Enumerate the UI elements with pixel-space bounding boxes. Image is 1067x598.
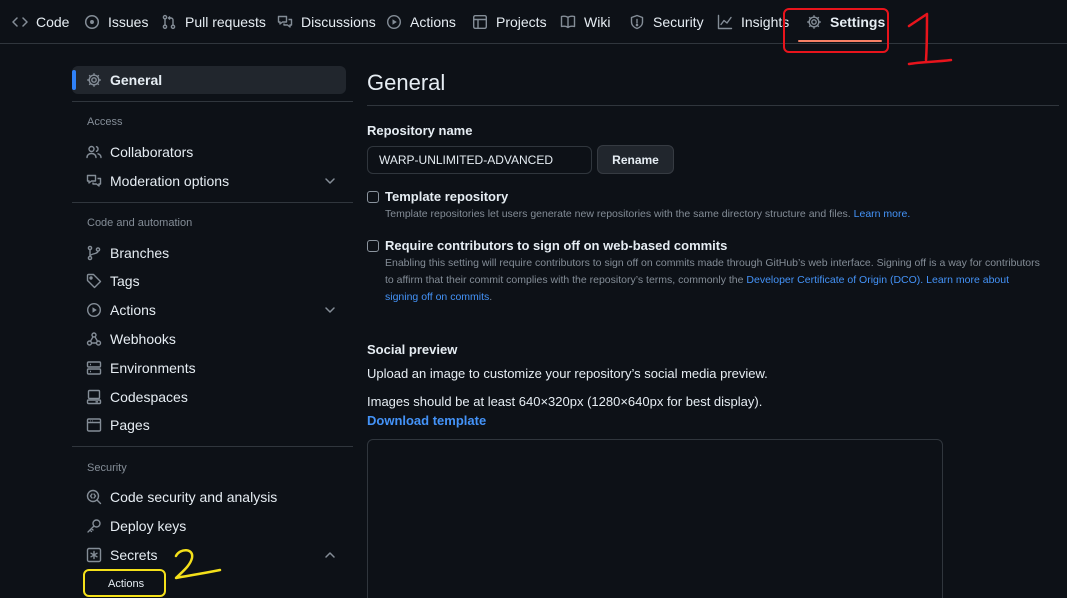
sidebar-item-label: Code security and analysis	[110, 489, 278, 505]
tab-discussions[interactable]: Discussions	[277, 0, 376, 44]
chevron-up-icon[interactable]	[322, 547, 338, 563]
signoff-note-end: .	[489, 291, 493, 303]
dco-link[interactable]: Developer Certificate of Origin (DCO).	[746, 274, 923, 286]
sidebar-item-moderation-options[interactable]: Moderation options	[72, 167, 346, 195]
tab-code[interactable]: Code	[12, 0, 69, 44]
book-icon	[560, 14, 576, 30]
tab-label: Code	[36, 14, 70, 30]
shield-icon	[629, 14, 645, 30]
tab-label: Pull requests	[185, 14, 266, 30]
tab-insights[interactable]: Insights	[717, 0, 789, 44]
template-repository-label: Template repository	[385, 189, 509, 204]
template-repository-note: Template repositories let users generate…	[385, 206, 1045, 223]
annotation-highlight-secrets-actions	[83, 569, 166, 597]
sidebar-item-webhooks[interactable]: Webhooks	[72, 325, 346, 353]
git-branch-icon	[86, 245, 102, 261]
tab-label: Issues	[108, 14, 149, 30]
webhook-icon	[86, 331, 102, 347]
social-preview-image-box[interactable]	[367, 439, 943, 598]
chevron-down-icon[interactable]	[322, 173, 338, 189]
tab-label: Projects	[496, 14, 547, 30]
tab-security[interactable]: Security	[629, 0, 704, 44]
repository-name-input[interactable]	[367, 146, 592, 174]
key-icon	[86, 518, 102, 534]
sidebar-item-label: Moderation options	[110, 173, 230, 189]
tab-label: Security	[653, 14, 704, 30]
comment-discussion-icon	[277, 14, 293, 30]
template-note-text: Template repositories let users generate…	[385, 208, 851, 220]
sidebar-item-tags[interactable]: Tags	[72, 267, 346, 295]
download-template-link[interactable]: Download template	[367, 413, 486, 428]
tab-pull-requests[interactable]: Pull requests	[161, 0, 266, 44]
server-icon	[86, 360, 102, 376]
tab-wiki[interactable]: Wiki	[560, 0, 610, 44]
tab-label: Actions	[410, 14, 456, 30]
play-icon	[86, 302, 102, 318]
sidebar-item-pages[interactable]: Pages	[72, 411, 346, 439]
comment-discussion-icon	[86, 173, 102, 189]
signoff-note: Enabling this setting will require contr…	[385, 255, 1045, 306]
sidebar-heading-security: Security	[87, 462, 127, 474]
sidebar-item-label: Collaborators	[110, 144, 194, 160]
gear-icon	[86, 72, 102, 88]
template-learn-more-link[interactable]: Learn more.	[854, 208, 911, 220]
tab-label: Insights	[741, 14, 790, 30]
graph-icon	[717, 14, 733, 30]
play-icon	[386, 14, 402, 30]
sidebar-item-deploy-keys[interactable]: Deploy keys	[72, 512, 346, 540]
sidebar-item-label: Webhooks	[110, 331, 176, 347]
sidebar-item-label: Branches	[110, 245, 170, 261]
sidebar-item-label: Environments	[110, 360, 196, 376]
codescan-icon	[86, 489, 102, 505]
tab-label: Wiki	[584, 14, 611, 30]
sidebar-item-general[interactable]: General	[72, 66, 346, 94]
sidebar-item-collaborators[interactable]: Collaborators	[72, 138, 346, 166]
sidebar-heading-access: Access	[87, 116, 123, 128]
social-preview-size-hint: Images should be at least 640×320px (128…	[367, 394, 763, 409]
code-icon	[12, 14, 28, 30]
repository-name-label: Repository name	[367, 123, 473, 138]
sidebar-divider	[72, 101, 353, 102]
sidebar-divider	[72, 202, 353, 203]
sidebar-item-label: Secrets	[110, 547, 158, 563]
template-repository-checkbox[interactable]	[367, 191, 379, 203]
active-indicator	[72, 70, 76, 90]
codespaces-icon	[86, 389, 102, 405]
sidebar-item-branches[interactable]: Branches	[72, 239, 346, 267]
sidebar-item-label: Tags	[110, 273, 140, 289]
tab-issues[interactable]: Issues	[84, 0, 148, 44]
tab-actions[interactable]: Actions	[386, 0, 456, 44]
social-preview-title: Social preview	[367, 342, 458, 357]
sidebar-heading-code-automation: Code and automation	[87, 217, 193, 229]
annotation-number-2	[170, 546, 226, 582]
rename-button[interactable]: Rename	[597, 145, 674, 174]
signoff-checkbox[interactable]	[367, 240, 379, 252]
people-icon	[86, 144, 102, 160]
browser-icon	[86, 417, 102, 433]
tab-projects[interactable]: Projects	[472, 0, 547, 44]
git-pull-request-icon	[161, 14, 177, 30]
sidebar-item-label: Codespaces	[110, 389, 188, 405]
issue-opened-icon	[84, 14, 100, 30]
chevron-down-icon[interactable]	[322, 302, 338, 318]
signoff-label: Require contributors to sign off on web-…	[385, 238, 728, 253]
tab-label: Discussions	[301, 14, 376, 30]
annotation-number-1	[905, 12, 955, 68]
sidebar-divider	[72, 446, 353, 447]
sidebar-item-label: Pages	[110, 417, 150, 433]
key-asterisk-icon	[86, 547, 102, 563]
sidebar-item-label: General	[110, 72, 163, 88]
sidebar-item-code-security[interactable]: Code security and analysis	[72, 483, 346, 511]
sidebar-item-actions[interactable]: Actions	[72, 296, 346, 324]
table-icon	[472, 14, 488, 30]
sidebar-item-codespaces[interactable]: Codespaces	[72, 383, 346, 411]
annotation-highlight-settings	[783, 8, 889, 53]
title-divider	[367, 105, 1059, 106]
sidebar-item-environments[interactable]: Environments	[72, 354, 346, 382]
sidebar-item-label: Deploy keys	[110, 518, 187, 534]
tag-icon	[86, 273, 102, 289]
page-title: General	[367, 70, 446, 95]
social-preview-description: Upload an image to customize your reposi…	[367, 366, 768, 381]
sidebar-item-label: Actions	[110, 302, 156, 318]
